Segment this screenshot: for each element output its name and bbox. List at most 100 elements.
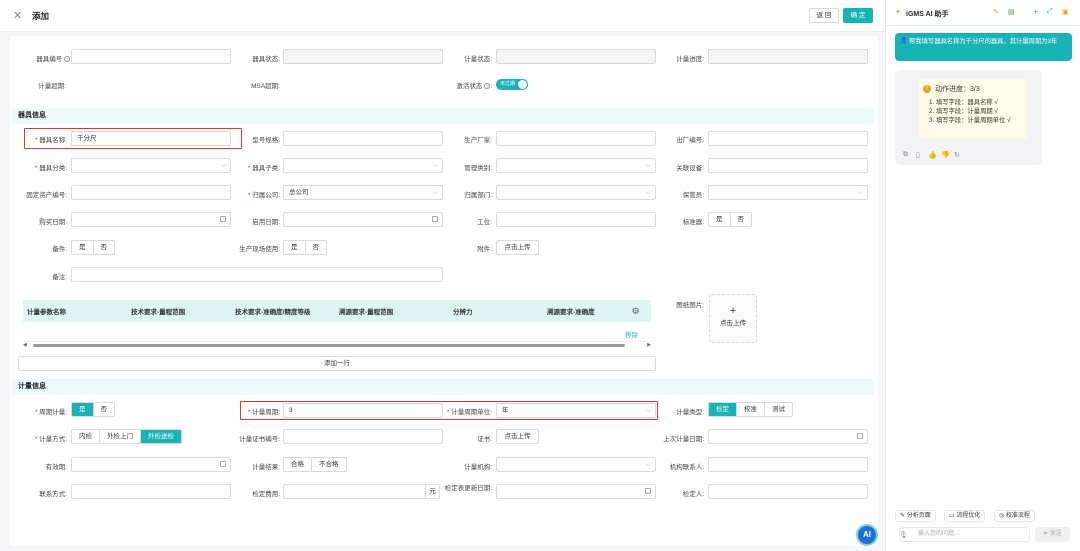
result-pass[interactable]: 合格 bbox=[284, 458, 312, 471]
tool-name-input[interactable]: 千分尺 bbox=[71, 131, 231, 146]
type-verify[interactable]: 检定 bbox=[709, 403, 737, 416]
tool-status-input[interactable] bbox=[283, 49, 443, 64]
tool-no-input[interactable] bbox=[71, 49, 231, 64]
contact-input[interactable] bbox=[708, 457, 868, 472]
method-internal[interactable]: 内检 bbox=[72, 430, 100, 443]
chat-input[interactable]: 输入您的问题... bbox=[899, 527, 1030, 542]
drawing-label: 图纸图片: bbox=[676, 302, 704, 309]
table-row bbox=[23, 322, 651, 342]
thumbs-up-icon[interactable]: 👍 bbox=[928, 151, 937, 159]
spare-no[interactable]: 否 bbox=[93, 241, 114, 254]
cycle-unit-select[interactable]: 年 ⌵ bbox=[496, 403, 656, 418]
factory-no-label: 出厂编号: bbox=[676, 137, 704, 144]
attachment-upload-button[interactable]: 点击上传 bbox=[496, 240, 539, 255]
back-button[interactable]: 返 回 bbox=[809, 8, 839, 23]
chevron-down-icon: ⌵ bbox=[220, 162, 226, 169]
remark-input[interactable] bbox=[71, 267, 443, 282]
result-toggle[interactable]: 合格 不合格 bbox=[283, 457, 347, 472]
table-scrollbar[interactable]: ◀ ▶ bbox=[23, 342, 651, 348]
mgmt-category-select[interactable]: ⌵ bbox=[496, 158, 656, 173]
confirm-button[interactable]: 确 定 bbox=[843, 8, 873, 23]
related-device-input[interactable] bbox=[708, 158, 868, 173]
close-panel-icon[interactable]: ▣ bbox=[1062, 8, 1069, 16]
standard-yes[interactable]: 是 bbox=[709, 213, 731, 226]
remark-label: 备注: bbox=[52, 274, 67, 281]
verifier-input[interactable] bbox=[708, 484, 868, 499]
table-header: 技术要求-准确度/精度等级 bbox=[235, 309, 311, 316]
type-test[interactable]: 测试 bbox=[765, 403, 792, 416]
calendar-icon bbox=[857, 433, 863, 439]
standard-toggle[interactable]: 是否 bbox=[708, 212, 752, 227]
refresh-icon[interactable]: ↻ bbox=[954, 151, 960, 159]
cycle-meter-yes[interactable]: 是 bbox=[72, 403, 94, 416]
last-date-picker[interactable] bbox=[708, 429, 868, 444]
spare-yes[interactable]: 是 bbox=[72, 241, 94, 254]
upload-label: 点击上传 bbox=[720, 320, 746, 327]
pin-icon[interactable]: ✎ bbox=[993, 8, 999, 16]
send-button[interactable]: ➤ 发送 bbox=[1035, 527, 1070, 542]
asset-no-input[interactable] bbox=[71, 185, 231, 200]
meter-progress-label: 计量进度: bbox=[676, 56, 704, 63]
thumbs-down-icon[interactable]: 👎 bbox=[941, 151, 950, 159]
cycle-input[interactable]: 3 bbox=[283, 403, 443, 418]
update-date-picker[interactable] bbox=[496, 484, 656, 499]
meter-status-input[interactable] bbox=[496, 49, 656, 64]
station-input[interactable] bbox=[496, 212, 656, 227]
method-toggle[interactable]: 内检 外检上门 外检送检 bbox=[71, 429, 182, 444]
cert-upload-button[interactable]: 点击上传 bbox=[496, 429, 539, 444]
page-title: 添加 bbox=[32, 11, 50, 21]
add-row-button[interactable]: 添加一行 bbox=[18, 356, 656, 371]
production-no[interactable]: 否 bbox=[305, 241, 326, 254]
enable-date-picker[interactable] bbox=[283, 212, 443, 227]
chip-analyze[interactable]: ✎ 分析页面 bbox=[895, 510, 936, 522]
add-icon[interactable]: + bbox=[1033, 7, 1038, 17]
meter-progress-input[interactable] bbox=[708, 49, 868, 64]
buy-date-picker[interactable] bbox=[71, 212, 231, 227]
clipboard-icon[interactable]: ▯ bbox=[916, 151, 920, 159]
related-device-label: 关联设备: bbox=[676, 165, 704, 172]
cycle-meter-no[interactable]: 否 bbox=[93, 403, 114, 416]
drawing-upload[interactable]: + 点击上传 bbox=[709, 294, 757, 343]
method-onsite[interactable]: 外检上门 bbox=[100, 430, 141, 443]
document-icon[interactable]: ▤ bbox=[1008, 8, 1015, 16]
activation-toggle[interactable]: 未过期 bbox=[496, 79, 528, 90]
type-calibrate[interactable]: 校准 bbox=[737, 403, 765, 416]
spare-toggle[interactable]: 是否 bbox=[71, 240, 115, 255]
standard-no[interactable]: 否 bbox=[730, 213, 751, 226]
subcategory-select[interactable]: ⌵ bbox=[283, 158, 443, 173]
fee-input[interactable]: 元 bbox=[283, 484, 440, 499]
progress-card: ! 动作进度：3/3 1. 填写字段：器具名称 √ 2. 填写字段：计量周期 √… bbox=[919, 79, 1027, 139]
copy-icon[interactable]: ⧉ bbox=[903, 151, 908, 159]
expand-icon[interactable]: ⤢ bbox=[1047, 8, 1053, 16]
result-fail[interactable]: 不合格 bbox=[312, 458, 346, 471]
model-input[interactable] bbox=[283, 131, 443, 146]
production-yes[interactable]: 是 bbox=[284, 241, 306, 254]
valid-date-picker[interactable] bbox=[71, 457, 231, 472]
method-send[interactable]: 外检送检 bbox=[141, 430, 181, 443]
ai-fab-button[interactable]: AI bbox=[856, 524, 878, 546]
phone-input[interactable] bbox=[71, 484, 231, 499]
help-icon: ? bbox=[64, 56, 70, 62]
cert-label: 证书: bbox=[477, 436, 492, 443]
plus-icon: + bbox=[729, 305, 737, 317]
meter-type-toggle[interactable]: 检定 校准 测试 bbox=[708, 402, 793, 417]
remove-row-link[interactable]: 移除 bbox=[625, 329, 638, 339]
category-select[interactable]: ⌵ bbox=[71, 158, 231, 173]
calendar-icon bbox=[645, 488, 651, 494]
company-label: 归属公司: bbox=[234, 189, 280, 199]
cert-no-input[interactable] bbox=[283, 429, 443, 444]
chip-optimize[interactable]: ▭ 流程优化 bbox=[944, 510, 986, 522]
factory-no-input[interactable] bbox=[708, 131, 868, 146]
org-select[interactable]: ⌵ bbox=[496, 457, 656, 472]
chip-calibrate[interactable]: ◎ 校准流程 bbox=[994, 510, 1035, 522]
manufacturer-input[interactable] bbox=[496, 131, 656, 146]
user-message: 👤 帮我填写器具名称为千分尺的器具，其计量周期为3年 bbox=[895, 33, 1072, 61]
gear-icon[interactable]: ⚙ bbox=[619, 300, 651, 322]
company-select[interactable]: 总公司 ⌵ bbox=[283, 185, 443, 200]
close-icon[interactable]: ✕ bbox=[13, 9, 22, 22]
keeper-select[interactable]: ⌵ bbox=[708, 185, 868, 200]
dept-select[interactable]: ⌵ bbox=[496, 185, 656, 200]
cycle-meter-toggle[interactable]: 是否 bbox=[71, 402, 115, 417]
production-use-toggle[interactable]: 是否 bbox=[283, 240, 327, 255]
msa-overdue-label: MSA超期: bbox=[251, 83, 280, 90]
